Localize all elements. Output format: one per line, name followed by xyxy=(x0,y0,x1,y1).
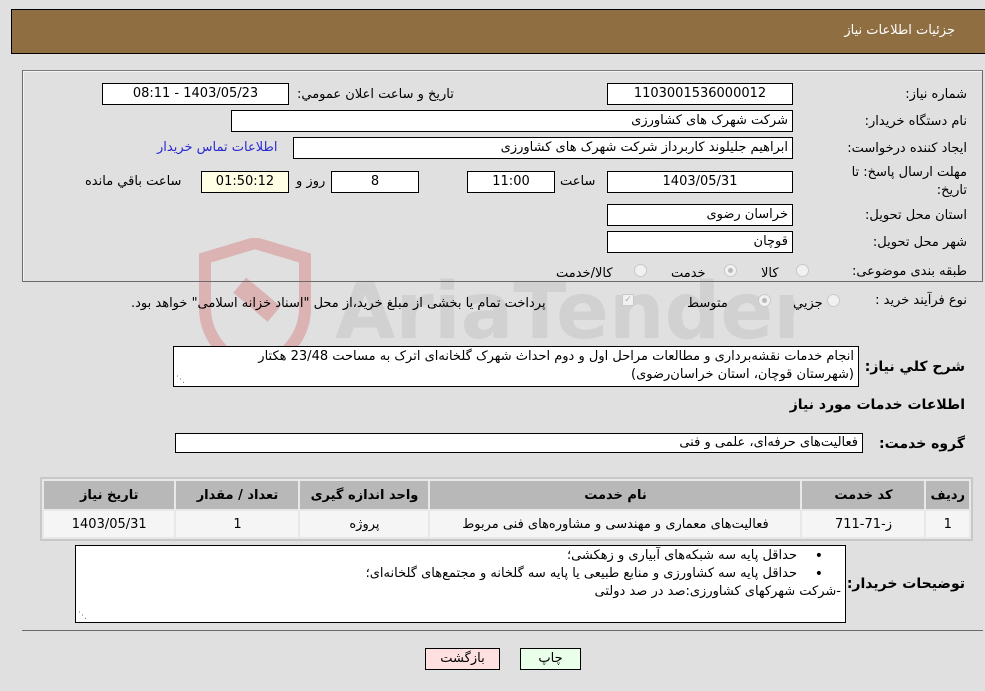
buyer-note-extra: -شرکت شهرکهای کشاورزی:صد در صد دولتی xyxy=(594,584,841,599)
buyer-note-item: حداقل پایه سه شبکه‌های آبیاری و زهکشی؛ xyxy=(80,547,823,565)
process-radio-medium[interactable] xyxy=(758,294,771,307)
deadline-time-label: ساعت xyxy=(560,174,596,189)
description-line2: (شهرستان قوچان، استان خراسان‌رضوی) xyxy=(631,367,854,382)
col-header-service-code: کد خدمت xyxy=(802,481,925,509)
days-label: روز و xyxy=(296,174,326,189)
page-title: جزئیات اطلاعات نیاز xyxy=(844,23,955,38)
buyer-org-field: شرکت شهرک های کشاورزی xyxy=(231,110,793,132)
cell-row-number: 1 xyxy=(926,511,969,537)
col-header-service-name: نام خدمت xyxy=(430,481,801,509)
col-header-need-date: تاريخ نياز xyxy=(44,481,175,509)
table-header-row: رديف کد خدمت نام خدمت واحد اندازه گيری ت… xyxy=(44,481,969,509)
cell-service-name: فعاليت‌های معماری و مهندسی و مشاوره‌های … xyxy=(430,511,801,537)
col-header-unit: واحد اندازه گيری xyxy=(300,481,429,509)
services-table: رديف کد خدمت نام خدمت واحد اندازه گيری ت… xyxy=(40,477,973,541)
process-option-medium: متوسط xyxy=(687,296,728,311)
province-label: استان محل تحويل: xyxy=(865,208,967,223)
deadline-time-field: 11:00 xyxy=(467,171,555,193)
category-radio-service[interactable] xyxy=(724,264,737,277)
buyer-notes-label: توضيحات خريدار: xyxy=(846,576,965,592)
panel-bottom-border xyxy=(22,630,983,631)
resize-grip-icon[interactable]: ⋰ xyxy=(78,612,87,621)
category-option-goods: کالا xyxy=(761,266,779,281)
category-option-service: خدمت xyxy=(671,266,706,281)
service-group-field: فعاليت‌های حرفه‌ای، علمی و فنی xyxy=(175,433,863,453)
category-radio-goods[interactable] xyxy=(796,264,809,277)
cell-unit: پروژه xyxy=(300,511,429,537)
city-label: شهر محل تحويل: xyxy=(872,235,967,250)
purchase-process-label: نوع فرآيند خريد : xyxy=(875,293,967,308)
deadline-label-line2: تاريخ: xyxy=(936,183,967,198)
requester-label: ايجاد کننده درخواست: xyxy=(847,141,967,156)
description-label: شرح کلي نياز: xyxy=(864,359,965,375)
cell-need-date: 1403/05/31 xyxy=(44,511,175,537)
process-radio-minor[interactable] xyxy=(827,294,840,307)
resize-grip-icon[interactable]: ⋰ xyxy=(176,376,185,385)
service-group-label: گروه خدمت: xyxy=(879,436,965,452)
page-header: جزئیات اطلاعات نیاز xyxy=(11,9,985,54)
buyer-contact-link[interactable]: اطلاعات تماس خريدار xyxy=(157,140,277,155)
print-button[interactable]: چاپ xyxy=(520,648,581,670)
announce-datetime-label: تاریخ و ساعت اعلان عمومي: xyxy=(297,87,454,102)
treasury-checkbox-label: پرداخت تمام يا بخشی از مبلغ خريد،از محل … xyxy=(131,296,546,311)
remaining-time-label: ساعت باقي مانده xyxy=(85,174,182,189)
category-option-goods-service: کالا/خدمت xyxy=(556,266,613,281)
process-option-minor: جزيي xyxy=(793,296,823,311)
back-button[interactable]: بازگشت xyxy=(425,648,500,670)
col-header-quantity: تعداد / مقدار xyxy=(176,481,299,509)
treasury-checkbox[interactable]: ✓ xyxy=(622,294,634,306)
table-row: 1 ز-71-711 فعاليت‌های معماری و مهندسی و … xyxy=(44,511,969,537)
description-textarea[interactable]: انجام خدمات نقشه‌برداری و مطالعات مراحل … xyxy=(173,346,859,387)
col-header-row-number: رديف xyxy=(926,481,969,509)
need-number-field: 1103001536000012 xyxy=(607,83,793,105)
buyer-org-label: نام دستگاه خريدار: xyxy=(864,114,967,129)
services-section-title: اطلاعات خدمات مورد نياز xyxy=(789,397,965,413)
remaining-time-field: 01:50:12 xyxy=(201,171,289,193)
need-number-label: شماره نیاز: xyxy=(905,87,967,102)
requester-field: ابراهیم جلیلوند کاربرداز شرکت شهرک های ک… xyxy=(293,137,793,159)
deadline-date-field: 1403/05/31 xyxy=(607,171,793,193)
description-line1: انجام خدمات نقشه‌برداری و مطالعات مراحل … xyxy=(258,349,854,364)
category-label: طبقه بندی موضوعی: xyxy=(851,264,967,279)
deadline-label: مهلت ارسال پاسخ: تا xyxy=(851,165,967,180)
remaining-days-field: 8 xyxy=(331,171,419,193)
city-field: قوچان xyxy=(607,231,793,253)
province-field: خراسان رضوی xyxy=(607,204,793,226)
buyer-note-item: حداقل پایه سه کشاورزی و منابع طبیعی یا پ… xyxy=(80,565,823,583)
cell-quantity: 1 xyxy=(176,511,299,537)
buyer-notes-textarea[interactable]: حداقل پایه سه شبکه‌های آبیاری و زهکشی؛ ح… xyxy=(75,545,846,623)
cell-service-code: ز-71-711 xyxy=(802,511,925,537)
category-radio-goods-service[interactable] xyxy=(634,264,647,277)
announce-datetime-field: 1403/05/23 - 08:11 xyxy=(102,83,289,105)
